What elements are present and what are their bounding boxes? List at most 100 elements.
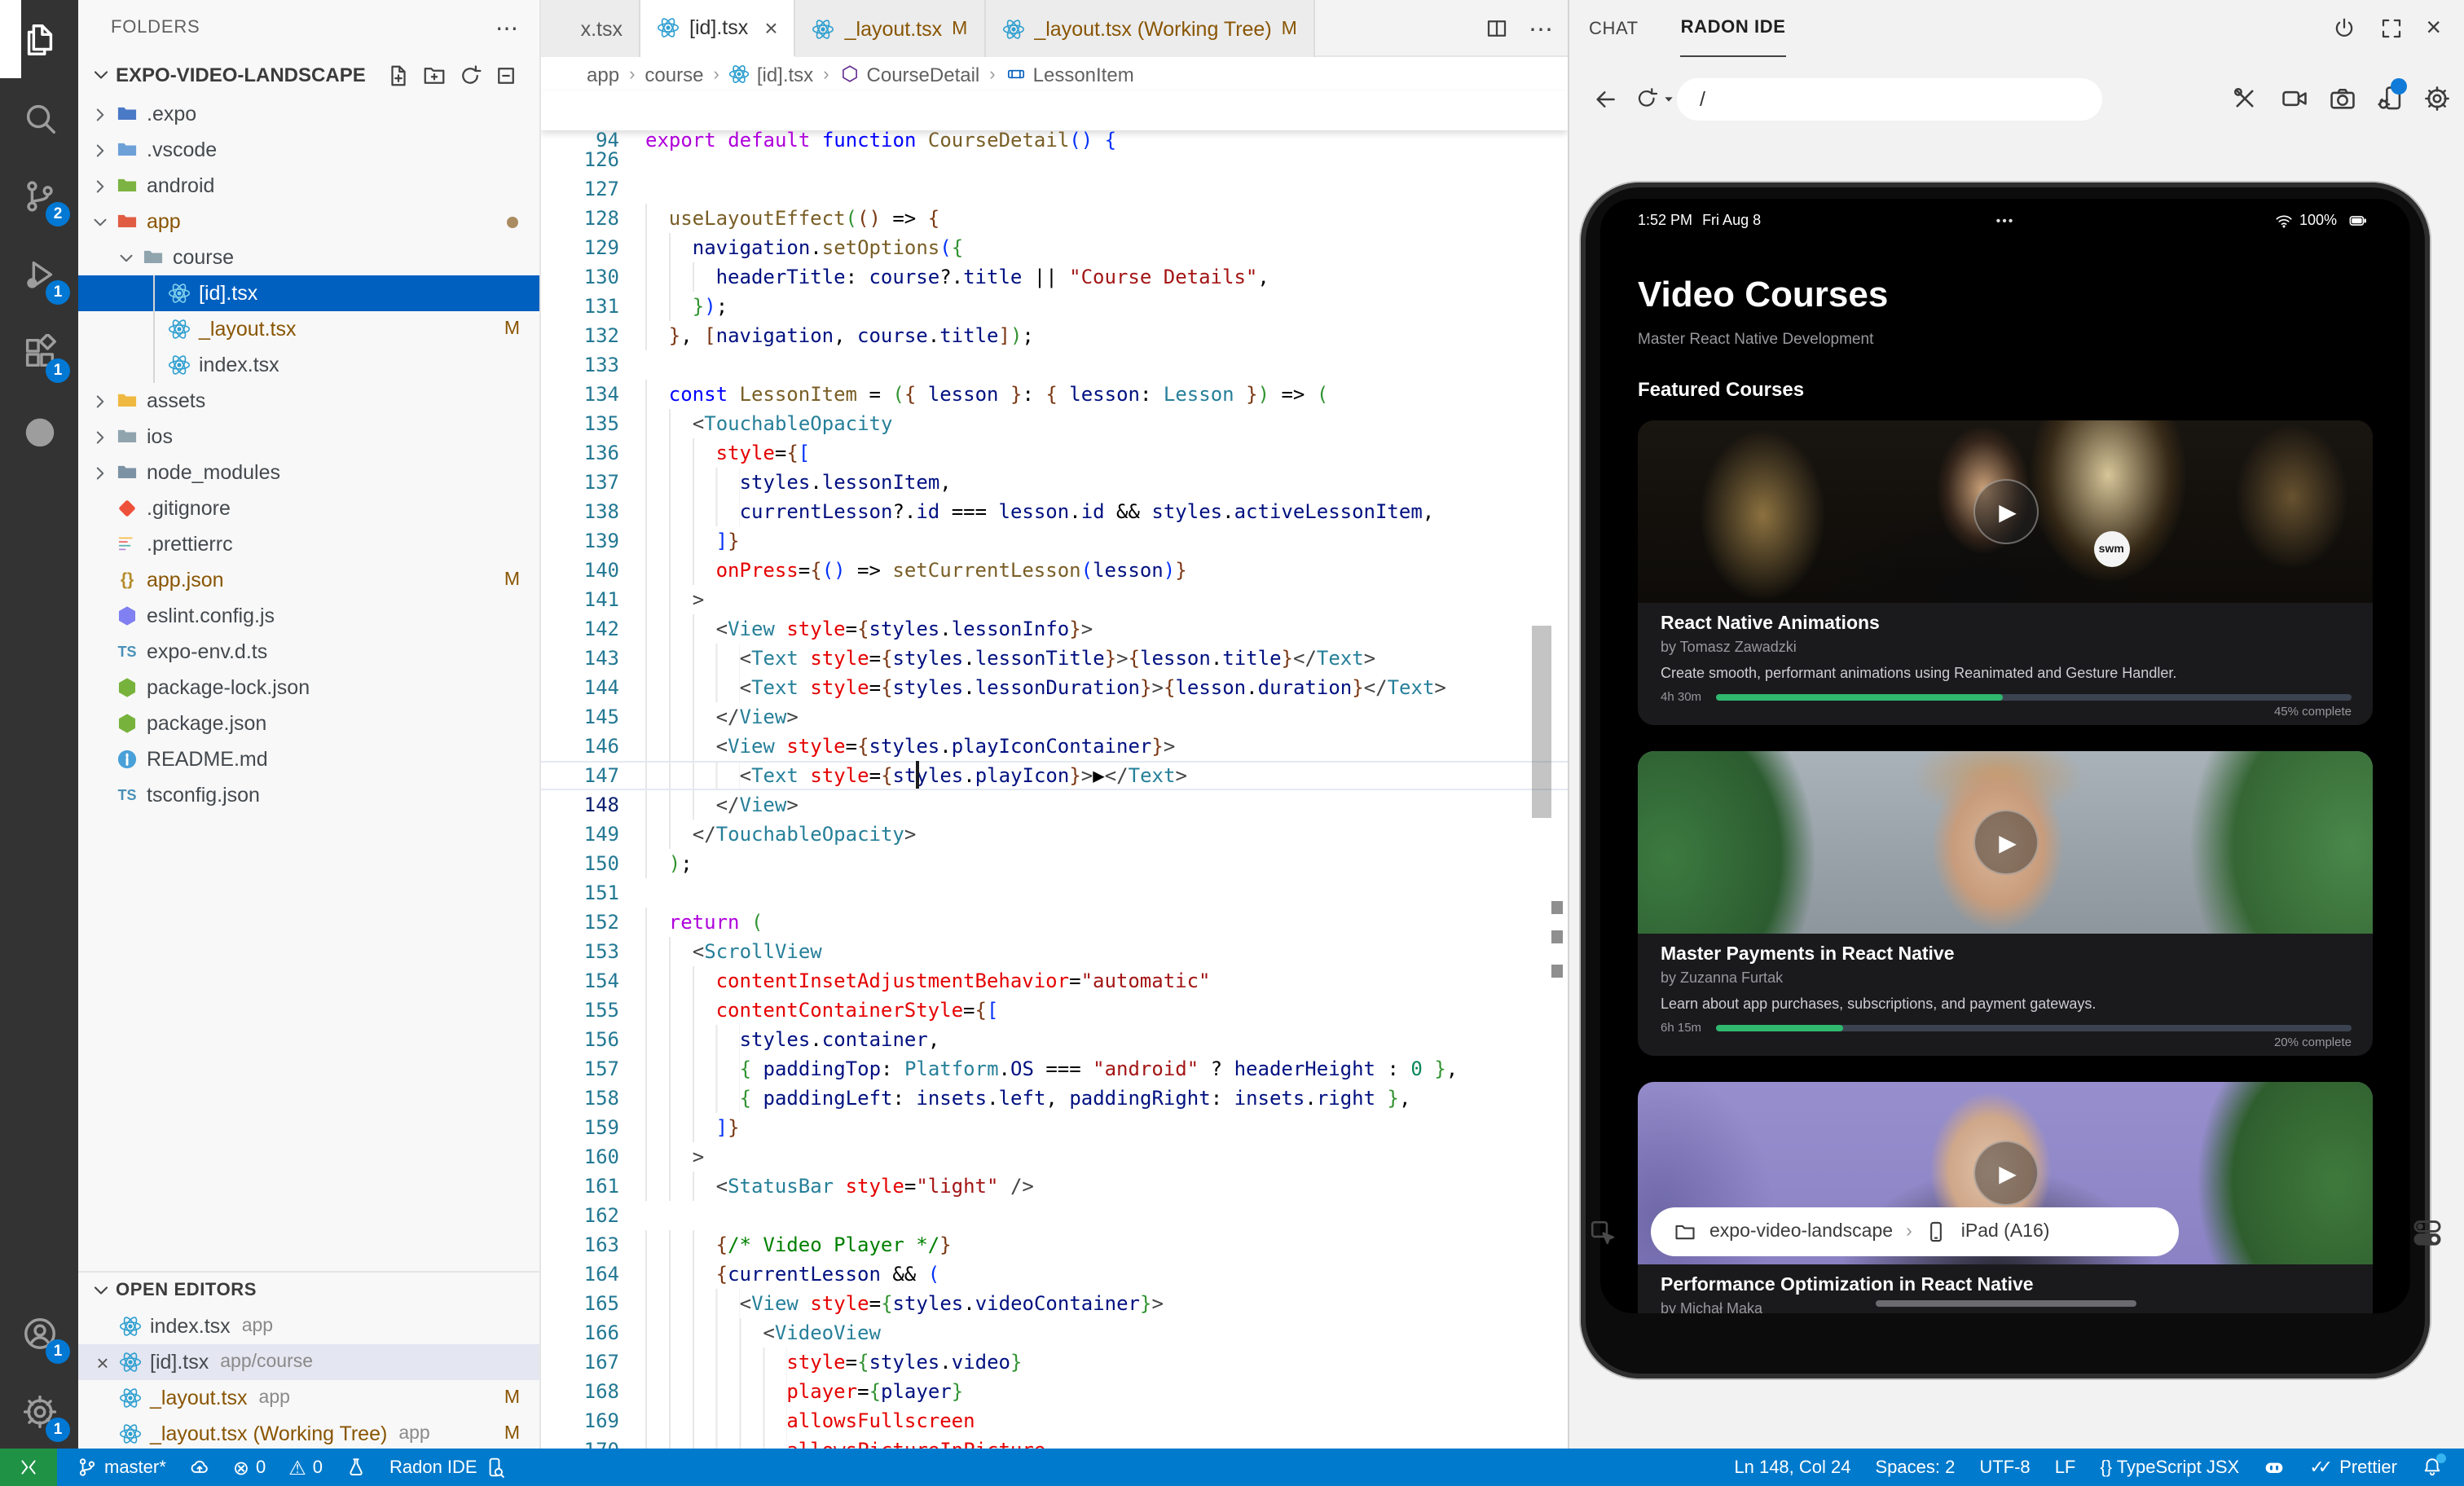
breadcrumb-course[interactable]: course bbox=[645, 63, 703, 86]
tab-radon-ide[interactable]: RADON IDE bbox=[1681, 0, 1786, 57]
power-icon[interactable] bbox=[2331, 16, 2356, 41]
course-card[interactable]: ▶ Master Payments in React Native by Zuz… bbox=[1638, 751, 2373, 1056]
activity-extensions[interactable]: 1 bbox=[0, 313, 78, 391]
close-icon[interactable]: × bbox=[764, 15, 777, 41]
tree-item-eslint.config.js[interactable]: eslint.config.js bbox=[78, 598, 539, 634]
activity-search[interactable] bbox=[0, 78, 78, 156]
tree-item-ios[interactable]: ios bbox=[78, 419, 539, 455]
tab-_layout.tsx[interactable]: _layout.tsx M bbox=[796, 0, 986, 57]
reload-icon[interactable] bbox=[1635, 86, 1659, 111]
tree-item-tsconfig.json[interactable]: TStsconfig.json bbox=[78, 777, 539, 813]
tree-item-_layout.tsx[interactable]: _layout.tsx M bbox=[78, 311, 539, 347]
play-button[interactable]: ▶ bbox=[1973, 479, 2038, 544]
tree-item-expo-env.d.ts[interactable]: TSexpo-env.d.ts bbox=[78, 634, 539, 670]
open-editor-_layout.tsx (Working Tree)[interactable]: _layout.tsx (Working Tree) app M bbox=[78, 1416, 539, 1449]
file-label: assets bbox=[147, 389, 205, 412]
status-git-branch[interactable]: master* bbox=[77, 1457, 166, 1478]
new-file-icon[interactable] bbox=[386, 63, 411, 87]
settings-gear-icon[interactable] bbox=[2423, 85, 2451, 112]
open-editor-index.tsx[interactable]: index.tsx app bbox=[78, 1308, 539, 1344]
tree-item-README.md[interactable]: README.md bbox=[78, 741, 539, 777]
tab-x.tsx[interactable]: x.tsx bbox=[541, 0, 640, 57]
status-cursor-position[interactable]: Ln 148, Col 24 bbox=[1734, 1457, 1850, 1477]
code-line-138: 138 ]} bbox=[541, 468, 1568, 497]
status-indentation[interactable]: Spaces: 2 bbox=[1876, 1457, 1956, 1477]
course-card[interactable]: ▶ Performance Optimization in React Nati… bbox=[1638, 1082, 2373, 1313]
breadcrumb-[id].tsx[interactable]: [id].tsx bbox=[729, 63, 813, 86]
project-root-row[interactable]: EXPO-VIDEO-LANDSCAPE bbox=[78, 55, 539, 95]
device-settings-toggles-icon[interactable] bbox=[2412, 1217, 2443, 1248]
tab-chat[interactable]: CHAT bbox=[1589, 0, 1639, 57]
more-actions-icon[interactable]: ⋯ bbox=[1529, 14, 1555, 43]
tree-item-package.json[interactable]: package.json bbox=[78, 706, 539, 741]
activity-run-debug[interactable]: 1 bbox=[0, 235, 78, 313]
close-icon[interactable]: × bbox=[91, 1350, 114, 1374]
activity-github[interactable] bbox=[0, 391, 78, 469]
open-editor-_layout.tsx[interactable]: _layout.tsx app M bbox=[78, 1380, 539, 1416]
file-label: .vscode bbox=[147, 138, 217, 161]
code-editor[interactable]: 126 127 useLayoutEffect(() => { 128 navi… bbox=[541, 91, 1568, 1449]
refresh-icon[interactable] bbox=[458, 63, 482, 87]
tree-item-.expo[interactable]: .expo bbox=[78, 96, 539, 132]
activity-account[interactable]: 1 bbox=[0, 1294, 78, 1372]
status-notifications[interactable] bbox=[2422, 1457, 2443, 1478]
tab-[id].tsx[interactable]: [id].tsx × bbox=[640, 0, 796, 57]
status-encoding[interactable]: UTF-8 bbox=[1979, 1457, 2030, 1477]
new-folder-icon[interactable] bbox=[422, 63, 447, 87]
activity-explorer[interactable] bbox=[0, 0, 78, 78]
tree-item-app[interactable]: app bbox=[78, 204, 539, 240]
play-button[interactable]: ▶ bbox=[1973, 1141, 2038, 1206]
status-radon-ide[interactable]: Radon IDE bbox=[389, 1457, 505, 1478]
split-editor-icon[interactable] bbox=[1485, 16, 1509, 41]
status-eol[interactable]: LF bbox=[2055, 1457, 2076, 1477]
open-editor-[id].tsx[interactable]: × [id].tsx app/course bbox=[78, 1344, 539, 1380]
element-inspector-icon[interactable] bbox=[1589, 1219, 1617, 1246]
tree-item-package-lock.json[interactable]: package-lock.json bbox=[78, 670, 539, 706]
ipad-screen[interactable]: 1:52 PM Fri Aug 8 ••• 100% Video Courses… bbox=[1600, 199, 2410, 1313]
tree-item-[id].tsx[interactable]: [id].tsx bbox=[78, 275, 539, 311]
remote-indicator[interactable] bbox=[0, 1449, 57, 1486]
status-errors[interactable]: ⊗0 bbox=[233, 1457, 266, 1477]
status-language-mode[interactable]: {} TypeScript JSX bbox=[2100, 1457, 2239, 1477]
more-actions-icon[interactable]: ⋯ bbox=[495, 14, 520, 42]
breadcrumb-LessonItem[interactable]: LessonItem bbox=[1005, 63, 1134, 86]
course-card[interactable]: ▶ swm React Native Animations by Tomasz … bbox=[1638, 420, 2373, 725]
tree-item-app.json[interactable]: {}app.json M bbox=[78, 562, 539, 598]
status-warnings[interactable]: ⚠0 bbox=[288, 1457, 323, 1477]
screenshot-icon[interactable] bbox=[2329, 85, 2356, 112]
status-prettier[interactable]: ✓✓Prettier bbox=[2309, 1457, 2397, 1478]
collapse-all-icon[interactable] bbox=[494, 63, 518, 87]
tree-item-assets[interactable]: assets bbox=[78, 383, 539, 419]
screen-record-icon[interactable] bbox=[2280, 85, 2309, 112]
tree-item-.vscode[interactable]: .vscode bbox=[78, 132, 539, 168]
tree-item-android[interactable]: android bbox=[78, 168, 539, 204]
reload-caret-icon[interactable] bbox=[1662, 93, 1675, 106]
chevron-right-icon bbox=[90, 139, 111, 160]
error-icon: ⊗ bbox=[233, 1457, 249, 1477]
play-button[interactable]: ▶ bbox=[1973, 810, 2038, 875]
dev-tools-icon[interactable] bbox=[2231, 85, 2259, 112]
tree-item-index.tsx[interactable]: index.tsx bbox=[78, 347, 539, 383]
breadcrumb[interactable]: app› course› [id].tsx› CourseDetail› Les… bbox=[541, 57, 1568, 91]
tree-item-course[interactable]: course bbox=[78, 240, 539, 275]
status-radon-tools[interactable] bbox=[345, 1457, 367, 1478]
editor-scrollbar[interactable] bbox=[1532, 626, 1551, 818]
open-editors-header[interactable]: OPEN EDITORS bbox=[78, 1271, 539, 1308]
back-icon[interactable] bbox=[1592, 86, 1618, 112]
expand-icon[interactable] bbox=[2378, 16, 2403, 41]
device-selector[interactable]: expo-video-landscape › iPad (A16) bbox=[1651, 1207, 2179, 1256]
sticky-scroll-line[interactable]: 94export default function CourseDetail()… bbox=[541, 91, 1568, 130]
tree-item-.gitignore[interactable]: .gitignore bbox=[78, 490, 539, 526]
status-copilot[interactable] bbox=[2264, 1457, 2285, 1478]
activity-source-control[interactable]: 2 bbox=[0, 156, 78, 235]
breadcrumb-CourseDetail[interactable]: CourseDetail bbox=[839, 63, 980, 86]
close-icon[interactable]: × bbox=[2426, 14, 2441, 43]
tab-_layout.tsx (Working Tree)[interactable]: _layout.tsx (Working Tree) M bbox=[985, 0, 1315, 57]
activity-settings[interactable]: 1 bbox=[0, 1372, 78, 1450]
url-bar[interactable]: / bbox=[1677, 78, 2102, 121]
breadcrumb-app[interactable]: app bbox=[587, 63, 619, 86]
status-publish-changes[interactable] bbox=[189, 1457, 210, 1478]
breadcrumb-separator: › bbox=[629, 64, 635, 84]
tree-item-node_modules[interactable]: node_modules bbox=[78, 455, 539, 490]
tree-item-.prettierrc[interactable]: .prettierrc bbox=[78, 526, 539, 562]
